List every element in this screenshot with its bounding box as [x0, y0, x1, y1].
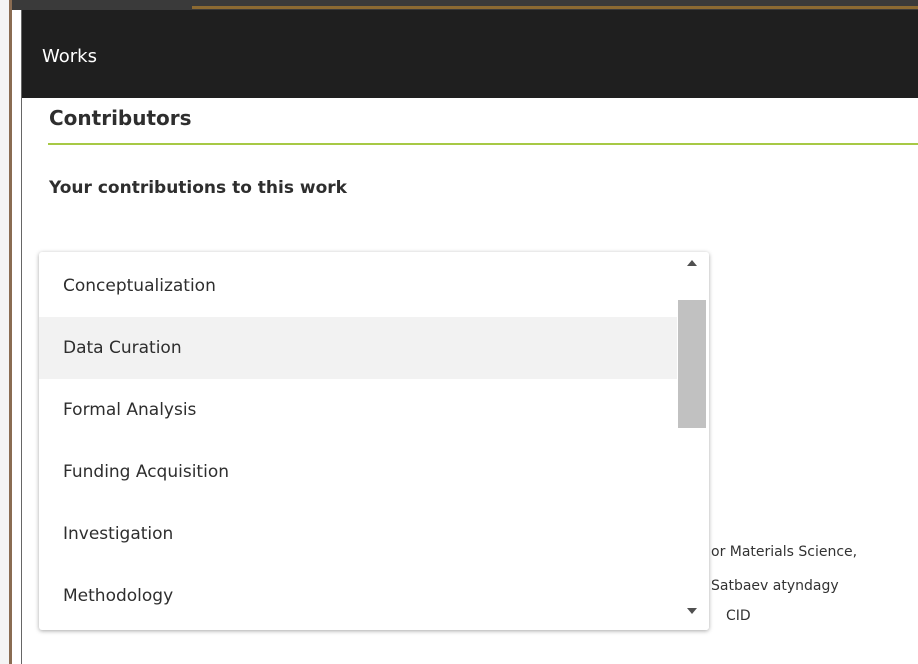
- background-accent-line: [192, 6, 918, 9]
- dropdown-scrollbar[interactable]: [677, 252, 709, 630]
- role-option-conceptualization[interactable]: Conceptualization: [39, 255, 677, 317]
- background-page-top: [12, 0, 918, 10]
- role-option-data-curation[interactable]: Data Curation: [39, 317, 677, 379]
- scroll-up-arrow-icon[interactable]: [687, 260, 697, 266]
- affiliation-text-line-1: or Materials Science,: [711, 544, 858, 560]
- modal-title: Works: [42, 46, 97, 67]
- scroll-thumb[interactable]: [678, 300, 706, 428]
- modal-header: Works: [22, 10, 918, 98]
- section-divider: [48, 143, 918, 145]
- affiliation-text-line-3: CID: [726, 608, 751, 624]
- role-option-funding-acquisition[interactable]: Funding Acquisition: [39, 441, 677, 503]
- scroll-down-arrow-icon[interactable]: [687, 608, 697, 614]
- role-option-formal-analysis[interactable]: Formal Analysis: [39, 379, 677, 441]
- affiliation-text-line-2: Satbaev atyndagy: [711, 578, 839, 594]
- role-option-methodology[interactable]: Methodology: [39, 565, 677, 627]
- contribution-roles-dropdown[interactable]: Conceptualization Data Curation Formal A…: [39, 252, 709, 630]
- background-page-edge: [0, 0, 12, 664]
- contributors-heading: Contributors: [49, 106, 192, 130]
- role-option-investigation[interactable]: Investigation: [39, 503, 677, 565]
- contributions-subheading: Your contributions to this work: [49, 178, 347, 198]
